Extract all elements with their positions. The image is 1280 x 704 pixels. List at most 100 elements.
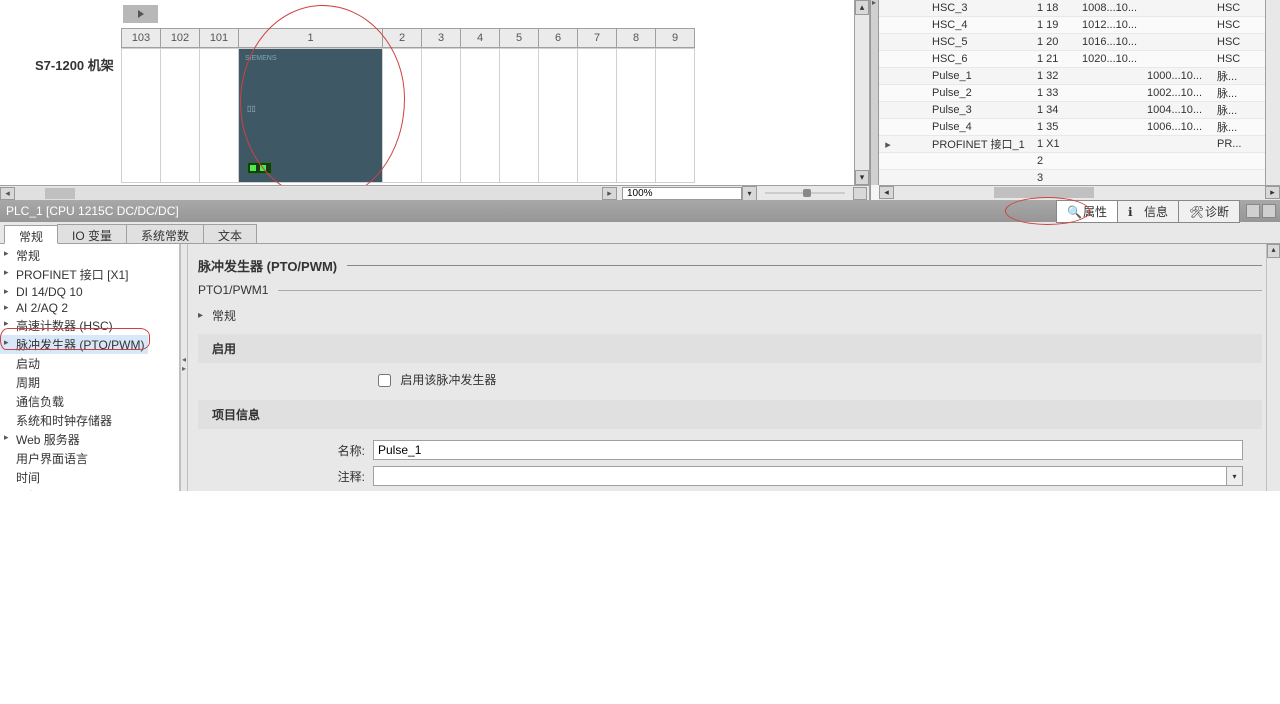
slot-headers: 103 102 101 1 2 3 4 5 6 7 8 9	[122, 28, 695, 48]
table-row[interactable]: HSC_31 181008...10...HSC	[879, 0, 1265, 17]
name-input[interactable]	[373, 440, 1243, 460]
chevron-right-icon[interactable]: ▸	[198, 310, 212, 321]
nav-profinet[interactable]: PROFINET 接口 [X1]	[0, 265, 179, 284]
info-icon: ℹ	[1128, 205, 1140, 217]
tab-system-const[interactable]: 系统常数	[126, 224, 204, 243]
table-row[interactable]: HSC_51 201016...10...HSC	[879, 34, 1265, 51]
maximize-button[interactable]	[1262, 204, 1276, 218]
slot-header[interactable]: 3	[421, 28, 461, 48]
slot[interactable]	[460, 48, 500, 183]
play-button[interactable]	[123, 5, 158, 23]
scroll-thumb[interactable]	[994, 187, 1094, 198]
minimize-button[interactable]	[1246, 204, 1260, 218]
horizontal-scrollbar[interactable]: ◂ ▸	[879, 185, 1280, 200]
table-row[interactable]: Pulse_21 331002...10...脉...	[879, 85, 1265, 102]
slot[interactable]	[616, 48, 656, 183]
zoom-input[interactable]	[622, 187, 742, 200]
slot-header[interactable]: 8	[616, 28, 656, 48]
slot-header[interactable]: 4	[460, 28, 500, 48]
slot-header[interactable]: 101	[199, 28, 239, 48]
nav-web-server[interactable]: Web 服务器	[0, 430, 179, 449]
splitter[interactable]	[871, 0, 879, 185]
nav-ai-aq[interactable]: AI 2/AQ 2	[0, 300, 179, 316]
table-row[interactable]: Pulse_31 341004...10...脉...	[879, 102, 1265, 119]
cell-name: Pulse_1	[897, 70, 1037, 82]
cpu-display-icon: ▯▯	[247, 104, 256, 113]
nav-di-dq[interactable]: DI 14/DQ 10	[0, 284, 179, 300]
vertical-scrollbar[interactable]: ▴ ▾	[854, 0, 869, 185]
vertical-scrollbar[interactable]: ▴	[1266, 244, 1280, 491]
zoom-dropdown-icon[interactable]: ▾	[742, 186, 757, 201]
tab-diagnostics[interactable]: 🛠诊断	[1178, 200, 1240, 223]
table-row[interactable]: HSC_61 211020...10...HSC	[879, 51, 1265, 68]
table-row[interactable]: Pulse_41 351006...10...脉...	[879, 119, 1265, 136]
vertical-scrollbar[interactable]	[1265, 0, 1280, 185]
slot[interactable]	[382, 48, 422, 183]
slot[interactable]	[655, 48, 695, 183]
tab-io-vars[interactable]: IO 变量	[57, 224, 127, 243]
slot-header[interactable]: 5	[499, 28, 539, 48]
slot[interactable]	[199, 48, 239, 183]
slot-header[interactable]: 2	[382, 28, 422, 48]
nav-clock-mem[interactable]: 系统和时钟存储器	[0, 411, 179, 430]
scroll-down-icon[interactable]: ▾	[855, 170, 869, 185]
nav-hsc[interactable]: 高速计数器 (HSC)	[0, 316, 179, 335]
table-row[interactable]: 2	[879, 153, 1265, 170]
tab-info[interactable]: ℹ信息	[1117, 200, 1179, 223]
scroll-right-icon[interactable]: ▸	[602, 187, 617, 200]
nav-pto-pwm[interactable]: 脉冲发生器 (PTO/PWM)	[0, 335, 148, 354]
tab-text[interactable]: 文本	[203, 224, 257, 243]
slot-header[interactable]: 9	[655, 28, 695, 48]
slot[interactable]	[499, 48, 539, 183]
scroll-down-icon[interactable]: ▾	[1227, 466, 1243, 486]
cpu-module[interactable]: SIEMENS ▯▯	[239, 49, 382, 182]
cell-name: Pulse_2	[897, 87, 1037, 99]
zoom-slider[interactable]	[765, 187, 845, 200]
tab-general[interactable]: 常规	[4, 225, 58, 244]
plc-title: PLC_1 [CPU 1215C DC/DC/DC]	[6, 204, 179, 218]
cell-io2: 1006...10...	[1147, 121, 1217, 133]
scroll-up-icon[interactable]: ▴	[1267, 244, 1280, 258]
nav-ui-lang[interactable]: 用户界面语言	[0, 449, 179, 468]
nav-cycle[interactable]: 周期	[0, 373, 179, 392]
tab-properties[interactable]: 🔍属性	[1056, 200, 1118, 223]
table-row[interactable]: 3	[879, 170, 1265, 185]
table-row[interactable]: HSC_41 191012...10...HSC	[879, 17, 1265, 34]
scroll-right-icon[interactable]: ▸	[1265, 186, 1280, 199]
slot-header[interactable]: 7	[577, 28, 617, 48]
slot[interactable]	[160, 48, 200, 183]
nav-comm-load[interactable]: 通信负载	[0, 392, 179, 411]
slot-header[interactable]: 102	[160, 28, 200, 48]
slot[interactable]	[538, 48, 578, 183]
device-view: S7-1200 机架 103 102 101 1 2 3 4 5 6 7 8 9…	[0, 0, 870, 200]
enable-pulse-checkbox[interactable]	[378, 374, 391, 387]
cell-addr: 1 18	[1037, 2, 1082, 14]
table-row[interactable]: ▸PROFINET 接口_11 X1PR...	[879, 136, 1265, 153]
table-row[interactable]: Pulse_11 321000...10...脉...	[879, 68, 1265, 85]
scroll-thumb[interactable]	[45, 188, 75, 199]
nav-general[interactable]: 常规	[0, 246, 179, 265]
diagnostics-icon: 🛠	[1189, 205, 1201, 217]
scroll-up-icon[interactable]: ▴	[855, 0, 869, 15]
general-label: 常规	[212, 307, 236, 324]
expand-icon[interactable]: ▸	[879, 138, 897, 151]
cell-type: HSC	[1217, 19, 1257, 31]
horizontal-scrollbar[interactable]: ◂ ▸ ▾	[0, 185, 869, 200]
slot-header[interactable]: 6	[538, 28, 578, 48]
nav-protection[interactable]: 保护	[0, 487, 179, 491]
slot[interactable]	[577, 48, 617, 183]
scroll-left-icon[interactable]: ◂	[879, 186, 894, 199]
fit-view-icon[interactable]	[853, 187, 867, 200]
cpu-slot[interactable]: SIEMENS ▯▯	[238, 48, 383, 183]
slot[interactable]	[421, 48, 461, 183]
slot-header[interactable]: 1	[238, 28, 383, 48]
scroll-left-icon[interactable]: ◂	[0, 187, 15, 200]
slot[interactable]	[121, 48, 161, 183]
section-title: 脉冲发生器 (PTO/PWM)	[198, 256, 337, 275]
nav-splitter[interactable]: ◂▸	[180, 244, 188, 491]
nav-startup[interactable]: 启动	[0, 354, 179, 373]
nav-time[interactable]: 时间	[0, 468, 179, 487]
comment-input[interactable]	[373, 466, 1227, 486]
cell-name: HSC_3	[897, 2, 1037, 14]
slot-header[interactable]: 103	[121, 28, 161, 48]
